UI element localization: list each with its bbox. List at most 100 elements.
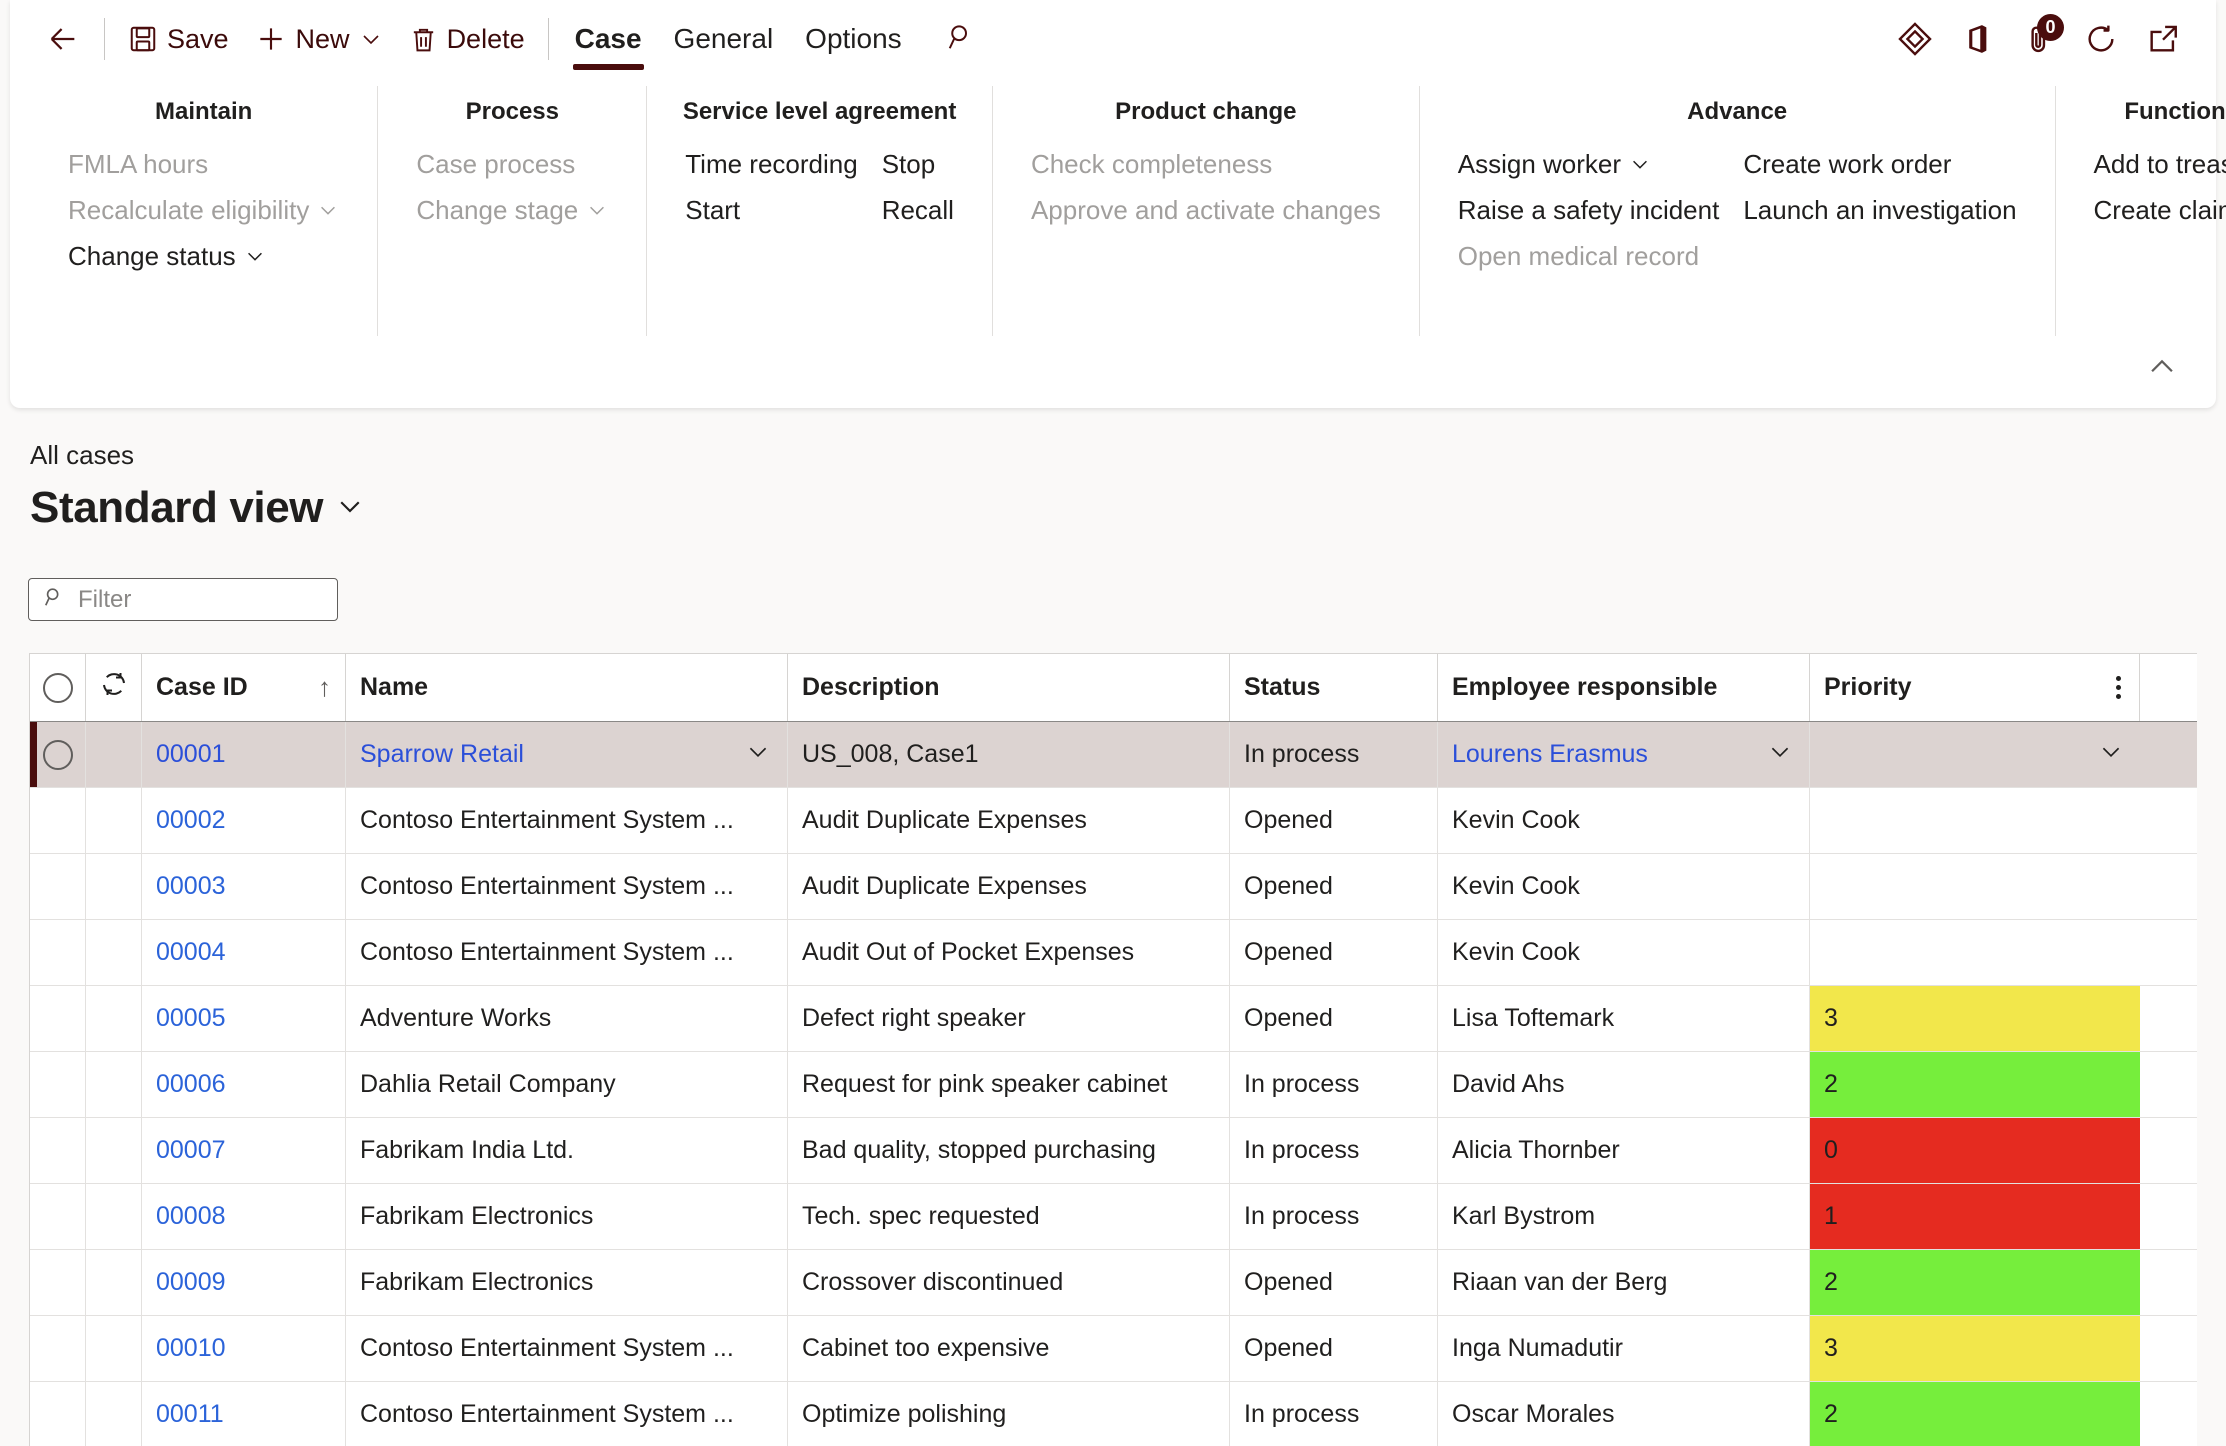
cell-priority: 0	[1810, 1118, 2140, 1183]
delete-button[interactable]: Delete	[396, 14, 538, 64]
cell-caseid[interactable]: 00002	[142, 788, 346, 853]
refresh-icon[interactable]	[2070, 10, 2132, 68]
back-button[interactable]	[32, 14, 94, 64]
table-row[interactable]: 00008 Fabrikam Electronics Tech. spec requ…	[30, 1184, 2197, 1250]
action-item-raise-a-safety-incident[interactable]: Raise a safety incident	[1446, 188, 1732, 232]
row-select-circle-icon[interactable]	[42, 739, 73, 770]
caseid-link[interactable]: 00004	[156, 938, 226, 967]
caseid-link[interactable]: 00005	[156, 1004, 226, 1033]
row-select-cell[interactable]	[30, 920, 86, 985]
caseid-link[interactable]: 00007	[156, 1136, 226, 1165]
filter-input[interactable]	[76, 584, 323, 615]
new-label: New	[295, 23, 350, 54]
row-select-cell[interactable]	[30, 1316, 86, 1381]
cell-caseid[interactable]: 00003	[142, 854, 346, 919]
employee-value: Kevin Cook	[1452, 872, 1580, 900]
row-select-cell[interactable]	[30, 1118, 86, 1183]
table-row[interactable]: 00001 Sparrow Retail US_008, Case1 In proce…	[30, 722, 2197, 788]
row-select-cell[interactable]	[30, 986, 86, 1051]
action-group-column: Assign worker Raise a safety incident Open…	[1446, 142, 1732, 280]
cell-priority: 3	[1810, 1316, 2140, 1381]
cell-caseid[interactable]: 00005	[142, 986, 346, 1051]
cell-caseid[interactable]: 00009	[142, 1250, 346, 1315]
caseid-link[interactable]: 00009	[156, 1268, 226, 1297]
action-item-stop[interactable]: Stop	[870, 142, 966, 186]
column-header-employee[interactable]: Employee responsible	[1438, 654, 1810, 721]
row-select-cell[interactable]	[30, 1184, 86, 1249]
caseid-link[interactable]: 00011	[156, 1400, 224, 1429]
action-item-launch-an-investigation[interactable]: Launch an investigation	[1731, 188, 2028, 232]
table-row[interactable]: 00005 Adventure Works Defect right speaker…	[30, 986, 2197, 1052]
employee-value[interactable]: Lourens Erasmus	[1452, 740, 1648, 769]
tab-general[interactable]: General	[658, 8, 790, 70]
select-all-cell[interactable]	[30, 654, 86, 721]
select-all-circle-icon[interactable]	[42, 672, 73, 703]
table-row[interactable]: 00004 Contoso Entertainment System ... Aud…	[30, 920, 2197, 986]
caseid-link[interactable]: 00006	[156, 1070, 226, 1099]
filter-box[interactable]	[28, 578, 338, 621]
cell-caseid[interactable]: 00011	[142, 1382, 346, 1446]
caseid-link[interactable]: 00010	[156, 1334, 226, 1363]
table-row[interactable]: 00006 Dahlia Retail Company Request for pi…	[30, 1052, 2197, 1118]
delete-label: Delete	[446, 23, 525, 54]
save-button[interactable]: Save	[115, 14, 242, 64]
caseid-link[interactable]: 00001	[156, 740, 226, 769]
table-row[interactable]: 00003 Contoso Entertainment System ... Aud…	[30, 854, 2197, 920]
attachment-button[interactable]: 0	[2008, 10, 2070, 68]
refresh-icon[interactable]	[99, 669, 129, 706]
action-item-recall[interactable]: Recall	[870, 188, 966, 232]
caseid-link[interactable]: 00003	[156, 872, 226, 901]
collapse-action-pane-button[interactable]	[2134, 344, 2190, 390]
action-item-create-claim[interactable]: Create claim	[2082, 188, 2226, 232]
cell-caseid[interactable]: 00004	[142, 920, 346, 985]
tab-options-label: Options	[805, 23, 902, 54]
action-item-change-status[interactable]: Change status	[56, 234, 351, 278]
action-item-start[interactable]: Start	[673, 188, 869, 232]
view-selector[interactable]: Standard view	[30, 483, 365, 533]
chevron-down-icon[interactable]	[1767, 738, 1793, 771]
cell-caseid[interactable]: 00010	[142, 1316, 346, 1381]
table-row[interactable]: 00010 Contoso Entertainment System ... Cab…	[30, 1316, 2197, 1382]
tab-case[interactable]: Case	[559, 8, 658, 70]
row-select-cell[interactable]	[30, 1250, 86, 1315]
name-value[interactable]: Sparrow Retail	[360, 740, 524, 769]
caseid-link[interactable]: 00002	[156, 806, 226, 835]
cell-priority	[1810, 722, 2140, 787]
power-bi-icon[interactable]	[1884, 10, 1946, 68]
table-row[interactable]: 00011 Contoso Entertainment System ... Opt…	[30, 1382, 2197, 1446]
column-header-status[interactable]: Status	[1230, 654, 1438, 721]
cell-caseid[interactable]: 00006	[142, 1052, 346, 1117]
column-header-description[interactable]: Description	[788, 654, 1230, 721]
tab-options[interactable]: Options	[789, 8, 918, 70]
cell-priority: 2	[1810, 1382, 2140, 1446]
chevron-down-icon[interactable]	[745, 738, 771, 771]
row-select-cell[interactable]	[30, 722, 86, 787]
employee-value: Kevin Cook	[1452, 806, 1580, 834]
row-select-cell[interactable]	[30, 788, 86, 853]
open-in-new-window-icon[interactable]	[2132, 10, 2194, 68]
cell-caseid[interactable]: 00007	[142, 1118, 346, 1183]
office-icon[interactable]	[1946, 10, 2008, 68]
action-item-create-work-order[interactable]: Create work order	[1731, 142, 2028, 186]
search-button[interactable]	[930, 10, 992, 68]
action-item-time-recording[interactable]: Time recording	[673, 142, 869, 186]
column-header-priority[interactable]: Priority	[1810, 654, 2140, 721]
action-item-label: Launch an investigation	[1743, 194, 2017, 225]
cell-caseid[interactable]: 00008	[142, 1184, 346, 1249]
table-row[interactable]: 00009 Fabrikam Electronics Crossover disco…	[30, 1250, 2197, 1316]
action-item-assign-worker[interactable]: Assign worker	[1446, 142, 1732, 186]
caseid-link[interactable]: 00008	[156, 1202, 226, 1231]
table-row[interactable]: 00002 Contoso Entertainment System ... Aud…	[30, 788, 2197, 854]
column-header-name[interactable]: Name	[346, 654, 788, 721]
new-button[interactable]: New	[242, 14, 396, 64]
grid-refresh-cell[interactable]	[86, 654, 142, 721]
column-header-caseid[interactable]: Case ID ↑	[142, 654, 346, 721]
action-item-add-to-treasury[interactable]: Add to treasury	[2082, 142, 2226, 186]
row-select-cell[interactable]	[30, 1382, 86, 1446]
row-select-cell[interactable]	[30, 854, 86, 919]
table-row[interactable]: 00007 Fabrikam India Ltd. Bad quality, sto…	[30, 1118, 2197, 1184]
cell-caseid[interactable]: 00001	[142, 722, 346, 787]
row-select-cell[interactable]	[30, 1052, 86, 1117]
chevron-down-icon[interactable]	[2098, 738, 2124, 771]
grid-options-kebab-icon[interactable]	[2112, 670, 2125, 705]
